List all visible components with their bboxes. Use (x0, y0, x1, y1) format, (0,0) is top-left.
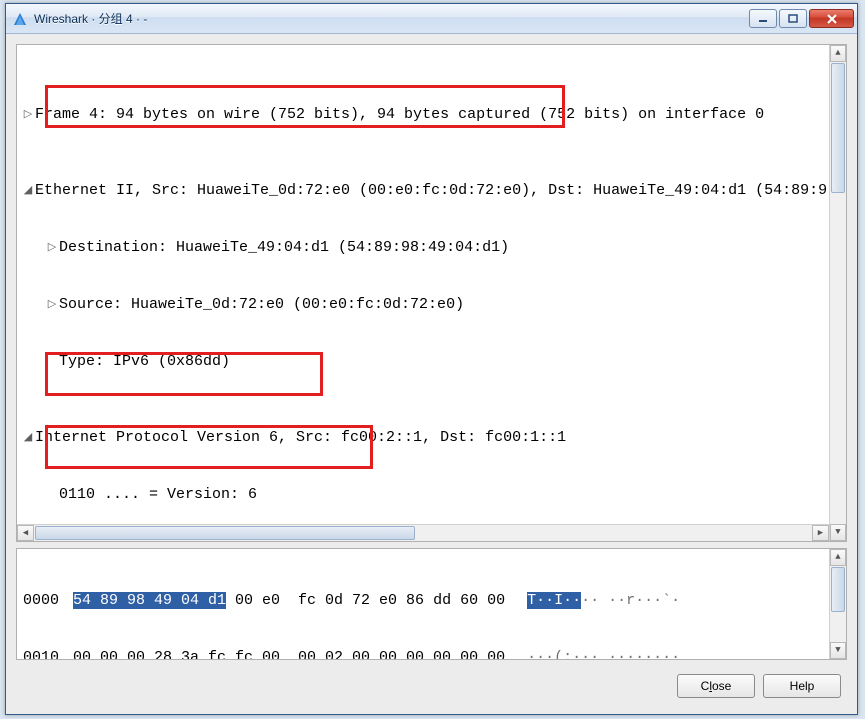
scroll-right-icon[interactable]: ▶ (812, 525, 829, 541)
packet-tree[interactable]: ▷Frame 4: 94 bytes on wire (752 bits), 9… (17, 45, 829, 524)
ipv6-summary[interactable]: ◢Internet Protocol Version 6, Src: fc00:… (21, 428, 829, 447)
tree-scrollbar-h[interactable]: ◀ ▶ (17, 524, 829, 541)
app-window: Wireshark · 分组 4 · - ▷Frame 4: 94 bytes … (5, 3, 858, 715)
scroll-down-icon[interactable]: ▼ (830, 642, 846, 659)
app-icon (12, 11, 28, 27)
close-button[interactable]: Close (677, 674, 755, 698)
expander-icon[interactable]: ▷ (45, 295, 59, 314)
packet-details-pane[interactable]: ▷Frame 4: 94 bytes on wire (752 bits), 9… (16, 44, 847, 542)
client-area: ▷Frame 4: 94 bytes on wire (752 bits), 9… (6, 34, 857, 714)
hex-content[interactable]: 000054 89 98 49 04 d1 00 e0 fc 0d 72 e0 … (17, 549, 829, 659)
hex-scrollbar-v[interactable]: ▲ ▼ (829, 549, 846, 659)
ipv6-version[interactable]: 0110 .... = Version: 6 (21, 485, 829, 504)
scroll-thumb[interactable] (35, 526, 415, 540)
frame-summary[interactable]: ▷Frame 4: 94 bytes on wire (752 bits), 9… (21, 105, 829, 124)
expander-icon[interactable]: ▷ (45, 238, 59, 257)
minimize-button[interactable] (749, 9, 777, 28)
maximize-button[interactable] (779, 9, 807, 28)
scroll-up-icon[interactable]: ▲ (830, 549, 846, 566)
expander-icon[interactable]: ▷ (21, 105, 35, 124)
scroll-up-icon[interactable]: ▲ (830, 45, 846, 62)
eth-dst[interactable]: ▷Destination: HuaweiTe_49:04:d1 (54:89:9… (21, 238, 829, 257)
eth-summary[interactable]: ◢Ethernet II, Src: HuaweiTe_0d:72:e0 (00… (21, 181, 829, 200)
eth-src[interactable]: ▷Source: HuaweiTe_0d:72:e0 (00:e0:fc:0d:… (21, 295, 829, 314)
hex-row[interactable]: 001000 00 00 28 3a fc fc 00 00 02 00 00 … (23, 648, 829, 660)
expander-down-icon[interactable]: ◢ (21, 181, 35, 200)
titlebar[interactable]: Wireshark · 分组 4 · - (6, 4, 857, 34)
hex-dump-pane[interactable]: 000054 89 98 49 04 d1 00 e0 fc 0d 72 e0 … (16, 548, 847, 660)
scroll-down-icon[interactable]: ▼ (830, 524, 846, 541)
eth-type[interactable]: Type: IPv6 (0x86dd) (21, 352, 829, 371)
hex-row[interactable]: 000054 89 98 49 04 d1 00 e0 fc 0d 72 e0 … (23, 591, 829, 610)
scroll-thumb[interactable] (831, 63, 845, 193)
help-button[interactable]: Help (763, 674, 841, 698)
close-window-button[interactable] (809, 9, 854, 28)
window-buttons (749, 9, 854, 28)
scroll-left-icon[interactable]: ◀ (17, 525, 34, 541)
window-title: Wireshark · 分组 4 · - (34, 10, 749, 27)
tree-scrollbar-v[interactable]: ▲ ▼ (829, 45, 846, 541)
dialog-button-row: Close Help (16, 660, 847, 702)
expander-down-icon[interactable]: ◢ (21, 428, 35, 447)
scroll-thumb[interactable] (831, 567, 845, 612)
